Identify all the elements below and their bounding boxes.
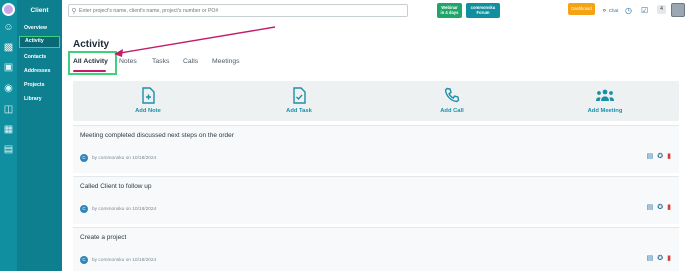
page-title: Activity [73,39,110,50]
tab-meetings[interactable]: Meetings [212,58,240,65]
sidebar-item-contacts[interactable]: Contacts [19,51,60,63]
search-icon: ⚲ [71,7,77,15]
add-note-label: Add Note [135,108,161,114]
sidebar-title: Client [30,7,49,14]
avatar: C [80,154,88,162]
pin-icon[interactable]: ✪ [657,204,663,212]
entry-meta: C by commonsku on 10/18/2024 [80,205,156,213]
activity-entry[interactable]: Create a project C by commonsku on 10/18… [73,227,679,271]
image-icon[interactable]: ▣ [3,62,14,73]
tab-tasks[interactable]: Tasks [152,58,169,65]
entry-actions: ▤ ✪ ▮ [647,153,671,161]
dashboard-button[interactable]: Dashboard [568,3,595,15]
trash-icon[interactable]: ▮ [667,153,671,161]
orders-icon[interactable]: ◫ [3,104,14,115]
entry-author: by commonsku on 10/18/2024 [92,257,157,263]
add-actions-bar: Add Note Add Task Add Call Add Meeting [73,81,679,121]
note-icon[interactable]: ▤ [647,255,654,263]
add-call-label: Add Call [440,108,464,114]
activity-entry[interactable]: Meeting completed discussed next steps o… [73,125,679,173]
search-input[interactable] [79,7,399,14]
group-icon [570,85,640,105]
chat-button[interactable]: ⚬ Chat [601,4,618,16]
avatar: C [80,205,88,213]
book-icon[interactable]: ▤ [3,144,14,155]
sidebar-item-activity[interactable]: Activity [19,36,60,48]
main-content: Activity All Activity Notes Tasks Calls … [62,22,688,271]
finance-icon[interactable]: ◉ [3,83,14,94]
entry-author: by commonsku on 10/18/2024 [92,206,157,212]
add-task-button[interactable]: Add Task [264,85,334,114]
add-note-button[interactable]: Add Note [113,85,183,114]
calendar-icon[interactable]: ▦ [3,124,14,135]
task-add-icon [264,85,334,105]
sidebar-item-addresses[interactable]: Addresses [19,65,60,77]
notification-badge[interactable]: 4 [657,5,666,14]
tab-calls[interactable]: Calls [183,58,198,65]
chat-label: Chat [608,7,619,13]
activity-entry[interactable]: Called Client to follow up C by commonsk… [73,176,679,224]
entry-actions: ▤ ✪ ▮ [647,255,671,263]
phone-icon [417,85,487,105]
active-tab-underline [73,70,106,72]
checklist-icon[interactable]: ☑ [641,4,648,16]
entry-text: Called Client to follow up [80,183,152,190]
entry-background [73,177,679,224]
tab-notes[interactable]: Notes [119,58,137,65]
entry-meta: C by commonsku on 10/18/2024 [80,256,156,264]
entry-actions: ▤ ✪ ▮ [647,204,671,212]
add-meeting-label: Add Meeting [587,108,623,114]
tab-all-activity[interactable]: All Activity [73,58,108,65]
forum-label: Forum [476,10,490,15]
icon-rail: ☺ ▩ ▣ ◉ ◫ ▦ ▤ [0,0,17,271]
entry-text: Meeting completed discussed next steps o… [80,132,234,139]
webinar-days: in 4 days [440,10,459,15]
webinar-button[interactable]: Webinar in 4 days [437,3,462,18]
entry-author: by commonsku on 10/18/2024 [92,155,157,161]
add-task-label: Add Task [286,108,312,114]
add-call-button[interactable]: Add Call [417,85,487,114]
add-meeting-button[interactable]: Add Meeting [570,85,640,114]
search-box[interactable]: ⚲ [68,4,408,17]
note-icon[interactable]: ▤ [647,204,654,212]
clock-icon[interactable]: ◷ [625,4,632,16]
entry-text: Create a project [80,234,127,241]
sidebar-item-overview[interactable]: Overview [19,22,60,34]
avatar[interactable] [671,3,685,17]
forum-button[interactable]: commonsku Forum [466,3,500,18]
entry-meta: C by commonsku on 10/18/2024 [80,154,156,162]
note-add-icon [113,85,183,105]
client-sidebar: Client Overview Activity Contacts Addres… [17,0,62,271]
chat-icon: ⚬ [601,5,608,15]
entry-background [73,228,679,271]
logo-icon[interactable] [2,3,15,16]
pin-icon[interactable]: ✪ [657,255,663,263]
sidebar-item-library[interactable]: Library [19,93,60,105]
top-bar: ⚲ Webinar in 4 days commonsku Forum Dash… [62,0,688,22]
reports-icon[interactable]: ▩ [3,42,14,53]
note-icon[interactable]: ▤ [647,153,654,161]
sidebar-item-projects[interactable]: Projects [19,79,60,91]
trash-icon[interactable]: ▮ [667,204,671,212]
avatar: C [80,256,88,264]
clients-icon[interactable]: ☺ [3,22,14,33]
trash-icon[interactable]: ▮ [667,255,671,263]
pin-icon[interactable]: ✪ [657,153,663,161]
